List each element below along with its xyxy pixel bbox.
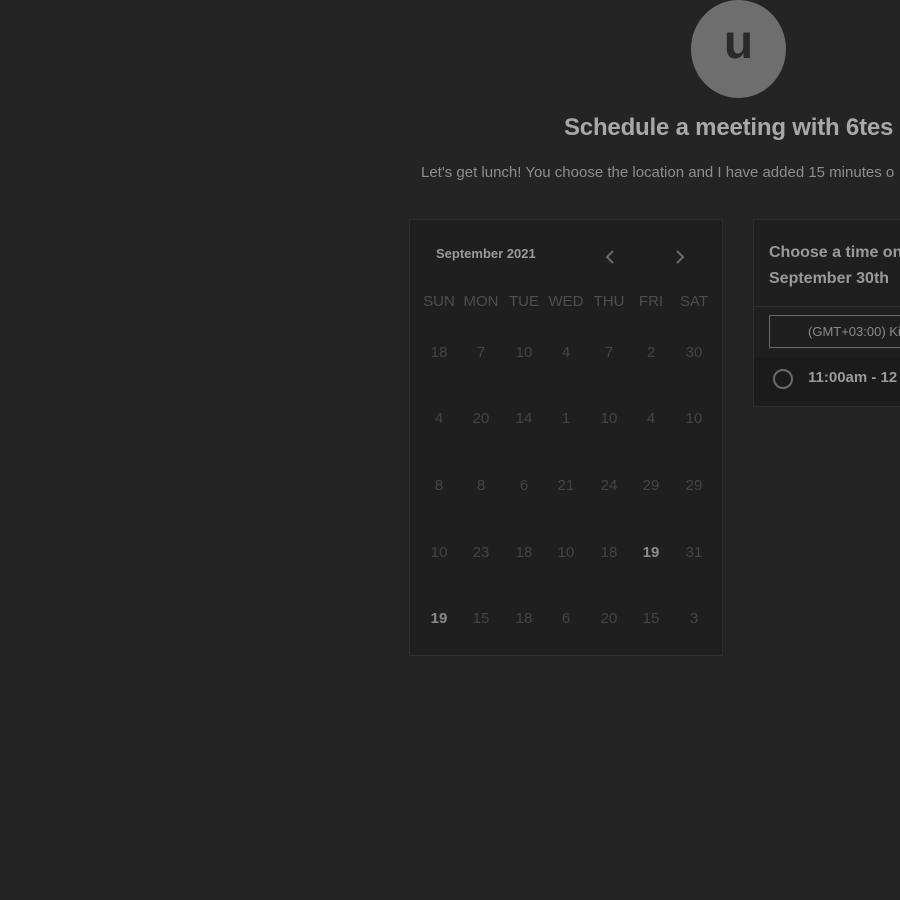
previous-month-button[interactable] bbox=[600, 246, 620, 268]
chevron-right-icon bbox=[676, 250, 685, 264]
calendar-day: 7 bbox=[476, 344, 486, 361]
calendar-day: 18 bbox=[515, 544, 533, 561]
calendar-day: 8 bbox=[434, 477, 444, 494]
calendar-day: 10 bbox=[430, 544, 448, 561]
calendar-day-available[interactable]: 19 bbox=[630, 533, 672, 573]
calendar-day: 29 bbox=[642, 477, 660, 494]
timezone-select[interactable]: (GMT+03:00) Ki bbox=[769, 315, 900, 348]
calendar-day: 18 bbox=[430, 344, 448, 361]
calendar-day: 10 bbox=[515, 344, 533, 361]
avatar: u bbox=[691, 0, 786, 98]
weekday-label: THU bbox=[593, 293, 625, 310]
calendar-day: 29 bbox=[685, 477, 703, 494]
weekday-label: TUE bbox=[509, 293, 539, 310]
time-slot-option[interactable]: 11:00am - 12 bbox=[754, 357, 900, 402]
date-picker-calendar: September 2021 SUN MON TUE WED THU FRI SAT 18 7… bbox=[409, 219, 723, 656]
scheduling-page: u Schedule a meeting with 6tes Let's get… bbox=[0, 0, 900, 900]
calendar-day: 10 bbox=[557, 544, 575, 561]
calendar-day: 4 bbox=[434, 410, 444, 427]
calendar-day: 31 bbox=[685, 544, 703, 561]
divider bbox=[754, 306, 900, 307]
calendar-day: 4 bbox=[646, 410, 656, 427]
page-title: Schedule a meeting with 6tes bbox=[564, 114, 894, 141]
calendar-day: 23 bbox=[472, 544, 490, 561]
calendar-day: 24 bbox=[600, 477, 618, 494]
calendar-day: 14 bbox=[515, 410, 533, 427]
calendar-day-available[interactable]: 19 bbox=[418, 599, 460, 639]
weekday-label: MON bbox=[463, 293, 499, 310]
time-slot-radio[interactable] bbox=[773, 369, 793, 389]
selected-date-label: September 30th bbox=[769, 270, 890, 287]
weekday-label: SAT bbox=[679, 293, 709, 310]
calendar-day: 7 bbox=[604, 344, 614, 361]
calendar-day: 10 bbox=[600, 410, 618, 427]
calendar-day: 18 bbox=[600, 544, 618, 561]
calendar-day: 4 bbox=[561, 344, 571, 361]
calendar-day: 6 bbox=[561, 610, 571, 627]
weekday-label: WED bbox=[548, 293, 584, 310]
time-panel-heading-line1: Choose a time on bbox=[769, 244, 900, 261]
time-panel-heading: Choose a time on September 30th bbox=[769, 240, 900, 292]
avatar-letter: u bbox=[723, 16, 754, 69]
time-slot-panel: Choose a time on September 30th (GMT+03:… bbox=[753, 219, 900, 407]
calendar-day: 15 bbox=[642, 610, 660, 627]
calendar-day: 10 bbox=[685, 410, 703, 427]
calendar-day: 30 bbox=[685, 344, 703, 361]
calendar-month-label: September 2021 bbox=[436, 246, 536, 261]
weekday-label: SUN bbox=[423, 293, 455, 310]
calendar-day: 1 bbox=[561, 410, 571, 427]
calendar-day: 20 bbox=[472, 410, 490, 427]
weekday-label: FRI bbox=[638, 293, 664, 310]
calendar-day: 6 bbox=[519, 477, 529, 494]
calendar-day: 18 bbox=[515, 610, 533, 627]
calendar-day: 21 bbox=[557, 477, 575, 494]
calendar-day: 3 bbox=[689, 610, 699, 627]
time-slot-label: 11:00am - 12 bbox=[808, 369, 898, 386]
chevron-left-icon bbox=[605, 250, 614, 264]
calendar-day: 2 bbox=[646, 344, 656, 361]
page-description: Let's get lunch! You choose the location… bbox=[421, 164, 895, 181]
calendar-day: 8 bbox=[476, 477, 486, 494]
next-month-button[interactable] bbox=[670, 246, 690, 268]
calendar-day: 20 bbox=[600, 610, 618, 627]
calendar-day: 15 bbox=[472, 610, 490, 627]
